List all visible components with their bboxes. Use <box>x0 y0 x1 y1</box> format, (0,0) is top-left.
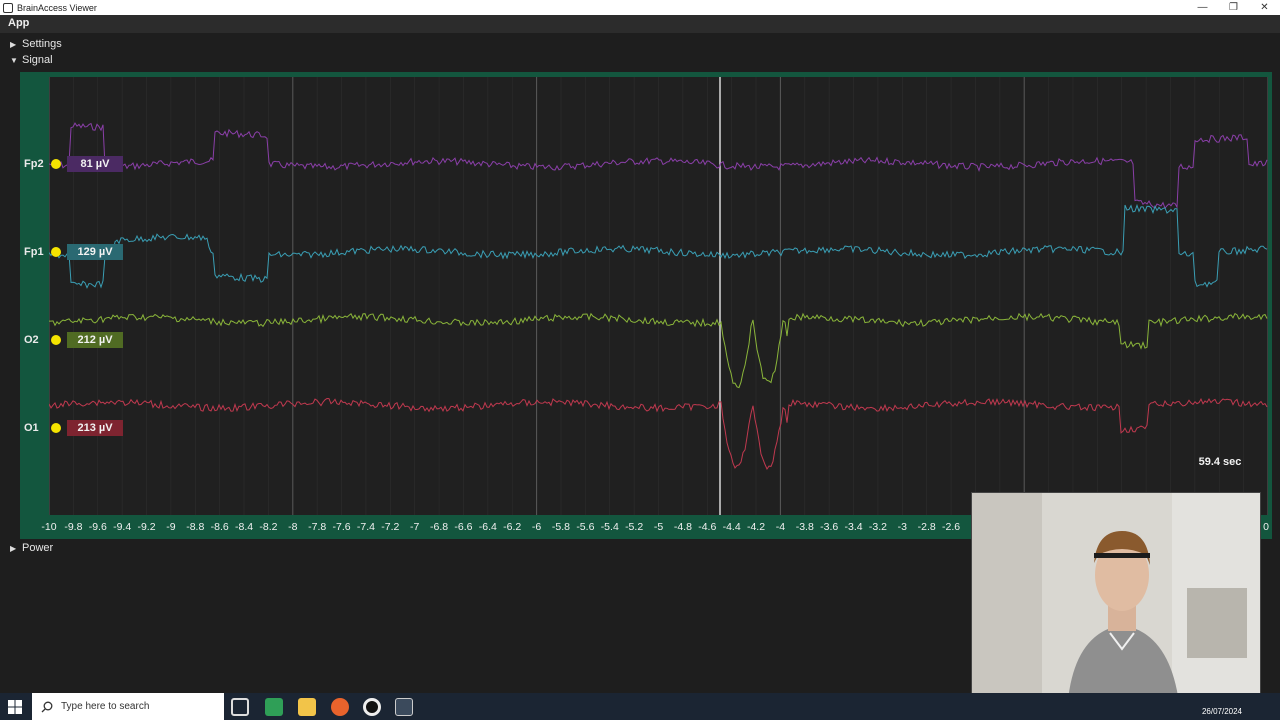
x-tick-label: -5.4 <box>601 521 619 533</box>
channel-status-dot-fp2[interactable] <box>51 159 61 169</box>
taskbar-search[interactable]: Type here to search <box>32 693 224 720</box>
search-icon <box>41 701 53 712</box>
channel-scale-fp2[interactable]: 81 µV <box>67 156 123 172</box>
x-tick-label: -3.4 <box>844 521 862 533</box>
trace-o1 <box>48 397 1268 471</box>
menu-bar: App <box>0 15 1280 33</box>
channel-scale-o1[interactable]: 213 µV <box>67 420 123 436</box>
x-tick-label: -4.6 <box>698 521 716 533</box>
x-tick-label: -2.6 <box>942 521 960 533</box>
taskbar: Type here to search 26/07/2024 <box>0 693 1280 720</box>
webcam-person-image <box>972 493 1260 709</box>
channel-status-dot-o1[interactable] <box>51 423 61 433</box>
taskbar-date: 26/07/2024 <box>1201 707 1242 716</box>
meet-app-icon[interactable] <box>265 698 283 716</box>
triangle-right-icon: ▶ <box>10 39 17 49</box>
eeg-app-icon <box>3 2 13 13</box>
channel-label-o2: O2 <box>24 334 39 346</box>
channel-scale-o2[interactable]: 212 µV <box>67 332 123 348</box>
settings-label: Settings <box>22 38 62 50</box>
x-tick-label: -9.4 <box>113 521 131 533</box>
x-tick-label: -4.4 <box>723 521 741 533</box>
x-tick-label: -3.6 <box>820 521 838 533</box>
x-tick-label: -9.8 <box>64 521 82 533</box>
channel-label-o1: O1 <box>24 422 39 434</box>
x-tick-label: -10 <box>41 521 56 533</box>
power-label: Power <box>22 542 54 554</box>
x-tick-label: -7 <box>410 521 419 533</box>
task-view-icon[interactable] <box>231 698 249 716</box>
x-tick-label: -5.8 <box>552 521 570 533</box>
x-tick-label: -4 <box>776 521 785 533</box>
x-tick-label: -7.2 <box>381 521 399 533</box>
channel-status-dot-o2[interactable] <box>51 335 61 345</box>
x-tick-label: -7.8 <box>308 521 326 533</box>
minimize-icon[interactable]: — <box>1187 0 1218 15</box>
x-tick-label: -8.4 <box>235 521 253 533</box>
triangle-right-icon: ▶ <box>10 543 17 553</box>
x-tick-label: -4.2 <box>747 521 765 533</box>
x-tick-label: -6.4 <box>479 521 497 533</box>
signal-section-header[interactable]: ▼ Signal <box>10 54 53 66</box>
elapsed-time: 59.4 sec <box>1198 456 1242 468</box>
x-tick-label: -9.6 <box>89 521 107 533</box>
trace-o2 <box>49 312 1268 389</box>
x-tick-label: -8 <box>288 521 297 533</box>
x-tick-label: 0 <box>1263 521 1269 533</box>
settings-section-header[interactable]: ▶ Settings <box>10 38 62 50</box>
x-tick-label: -9.2 <box>137 521 155 533</box>
eeg-traces <box>48 77 1269 515</box>
triangle-down-icon: ▼ <box>10 55 18 65</box>
x-tick-label: -6 <box>532 521 541 533</box>
x-tick-label: -8.2 <box>259 521 277 533</box>
x-tick-label: -5.6 <box>576 521 594 533</box>
brainaccess-taskbar-icon[interactable] <box>395 698 413 716</box>
x-tick-label: -7.6 <box>333 521 351 533</box>
firefox-icon[interactable] <box>331 698 349 716</box>
channel-status-dot-fp1[interactable] <box>51 247 61 257</box>
windows-start-icon[interactable] <box>8 700 22 714</box>
channel-label-fp1: Fp1 <box>24 246 44 258</box>
trace-fp1 <box>48 203 1268 289</box>
x-tick-label: -8.6 <box>211 521 229 533</box>
x-tick-label: -3 <box>898 521 907 533</box>
webcam-overlay <box>971 492 1261 710</box>
x-tick-label: -6.8 <box>430 521 448 533</box>
x-tick-label: -3.8 <box>796 521 814 533</box>
menu-app[interactable]: App <box>8 17 29 29</box>
signal-label: Signal <box>22 54 53 66</box>
close-icon[interactable]: ✕ <box>1249 0 1280 15</box>
window-controls: — ❐ ✕ <box>1187 0 1280 15</box>
power-section-header[interactable]: ▶ Power <box>10 542 53 554</box>
channel-scale-fp1[interactable]: 129 µV <box>67 244 123 260</box>
taskbar-search-placeholder: Type here to search <box>61 701 150 712</box>
file-explorer-icon[interactable] <box>298 698 316 716</box>
signal-plot[interactable] <box>48 77 1269 515</box>
x-tick-label: -6.6 <box>454 521 472 533</box>
recorder-icon[interactable] <box>363 698 381 716</box>
trace-fp2 <box>48 122 1268 210</box>
x-tick-label: -7.4 <box>357 521 375 533</box>
x-tick-label: -4.8 <box>674 521 692 533</box>
x-tick-label: -8.8 <box>186 521 204 533</box>
x-tick-label: -3.2 <box>869 521 887 533</box>
x-tick-label: -5.2 <box>625 521 643 533</box>
x-tick-label: -5 <box>654 521 663 533</box>
x-tick-label: -6.2 <box>503 521 521 533</box>
title-bar: BrainAccess Viewer — ❐ ✕ <box>0 0 1280 15</box>
channel-label-fp2: Fp2 <box>24 158 44 170</box>
x-tick-label: -2.8 <box>918 521 936 533</box>
window-title: BrainAccess Viewer <box>17 2 97 13</box>
x-tick-label: -9 <box>166 521 175 533</box>
restore-icon[interactable]: ❐ <box>1218 0 1249 15</box>
